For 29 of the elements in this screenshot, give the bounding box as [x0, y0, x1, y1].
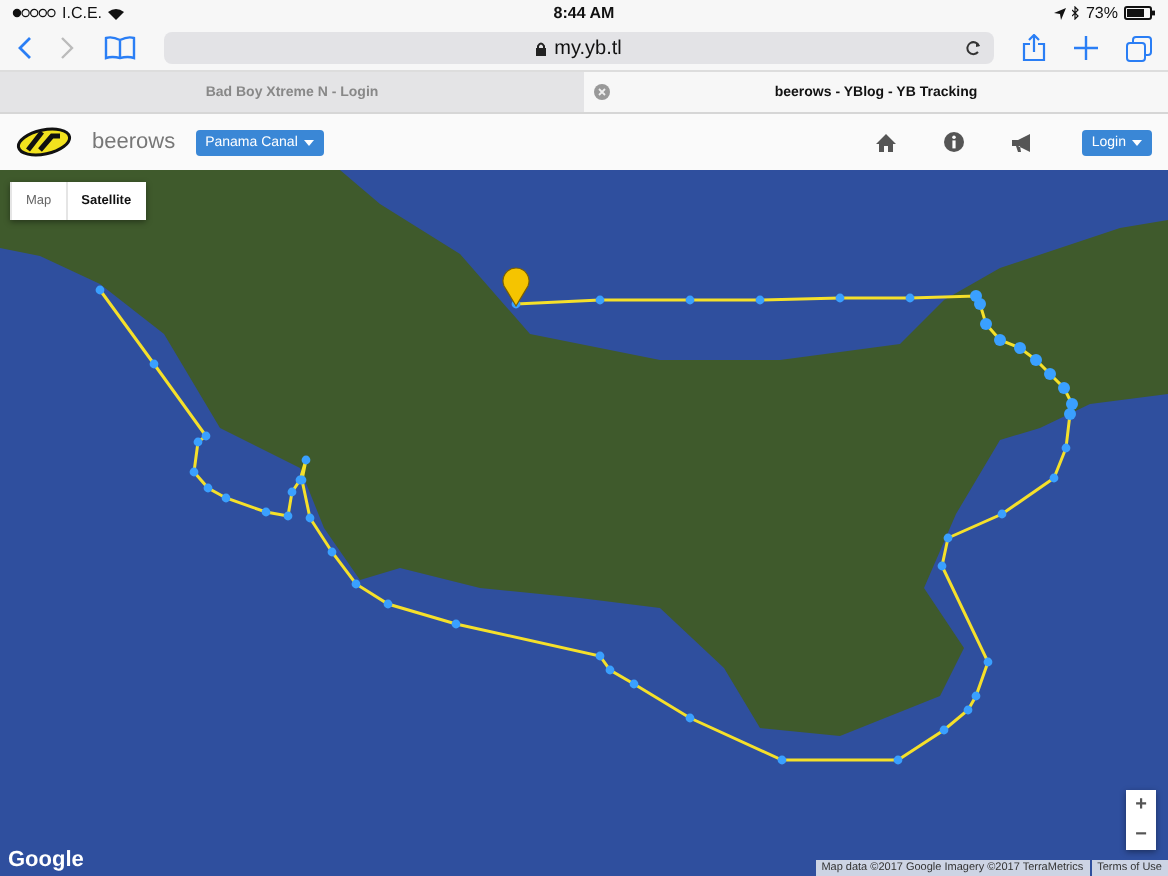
boat-name: beerows: [92, 130, 176, 154]
close-icon[interactable]: [594, 84, 610, 100]
location-arrow-icon: [1053, 7, 1066, 19]
clock-time: 8:44 AM: [553, 4, 615, 22]
location-pin-icon[interactable]: [502, 267, 530, 307]
signal-icon: [12, 8, 56, 18]
share-icon[interactable]: [1022, 34, 1046, 62]
url-text: my.yb.tl: [554, 37, 622, 59]
plus-icon[interactable]: [1074, 36, 1098, 60]
battery-icon: [1123, 6, 1156, 20]
lock-icon: [536, 41, 547, 55]
bluetooth-icon: [1071, 6, 1080, 20]
reload-icon[interactable]: [966, 40, 982, 56]
zoom-out-button[interactable]: −: [1126, 820, 1156, 850]
logo-icon: [16, 124, 72, 160]
address-bar[interactable]: my.yb.tl: [164, 32, 994, 64]
caret-icon: [303, 139, 314, 145]
zoom-in-button[interactable]: +: [1126, 790, 1156, 820]
caret-icon: [1132, 139, 1142, 145]
info-icon[interactable]: [943, 132, 964, 152]
google-logo: Google: [8, 848, 84, 872]
wifi-icon: [108, 7, 125, 19]
home-icon[interactable]: [875, 133, 896, 151]
tabs-icon[interactable]: [1126, 35, 1152, 61]
megaphone-icon[interactable]: [1011, 133, 1034, 151]
back-icon[interactable]: [16, 36, 32, 60]
carrier-name: I.C.E.: [62, 4, 103, 22]
book-icon[interactable]: [104, 36, 136, 60]
battery-percent: 73%: [1085, 4, 1118, 22]
